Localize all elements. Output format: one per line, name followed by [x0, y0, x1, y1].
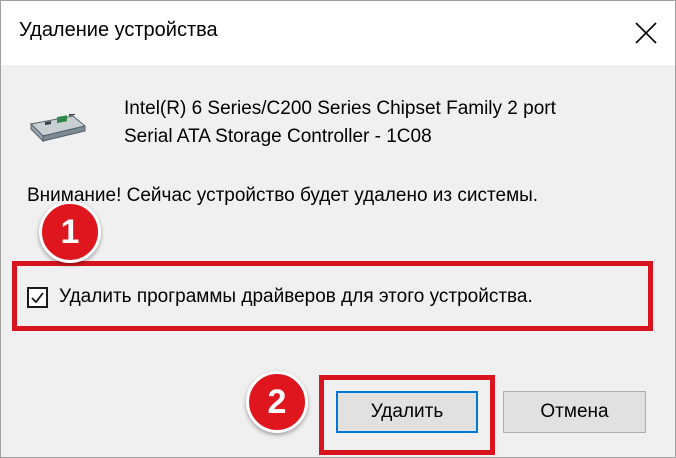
device-name-line2: Serial ATA Storage Controller - 1C08 — [124, 126, 432, 147]
device-name-line1: Intel(R) 6 Series/C200 Series Chipset Fa… — [124, 98, 556, 119]
device-name: Intel(R) 6 Series/C200 Series Chipset Fa… — [124, 95, 556, 151]
delete-button[interactable]: Удалить — [336, 391, 478, 433]
close-button[interactable] — [621, 9, 671, 57]
cancel-button[interactable]: Отмена — [503, 391, 646, 433]
close-icon — [635, 22, 657, 44]
remove-drivers-checkbox[interactable] — [27, 287, 48, 308]
title-bar: Удаление устройства — [1, 1, 675, 65]
remove-drivers-label[interactable]: Удалить программы драйверов для этого ус… — [59, 286, 533, 308]
uninstall-device-dialog: Удаление устройства Intel(R) 6 Series/C2… — [0, 0, 676, 458]
step-badge-2: 2 — [246, 371, 308, 433]
step-badge-1: 1 — [39, 201, 101, 263]
warning-text: Внимание! Сейчас устройство будет удален… — [27, 185, 539, 206]
checkmark-icon — [31, 292, 44, 304]
window-title: Удаление устройства — [19, 19, 218, 41]
storage-controller-icon — [29, 111, 87, 144]
